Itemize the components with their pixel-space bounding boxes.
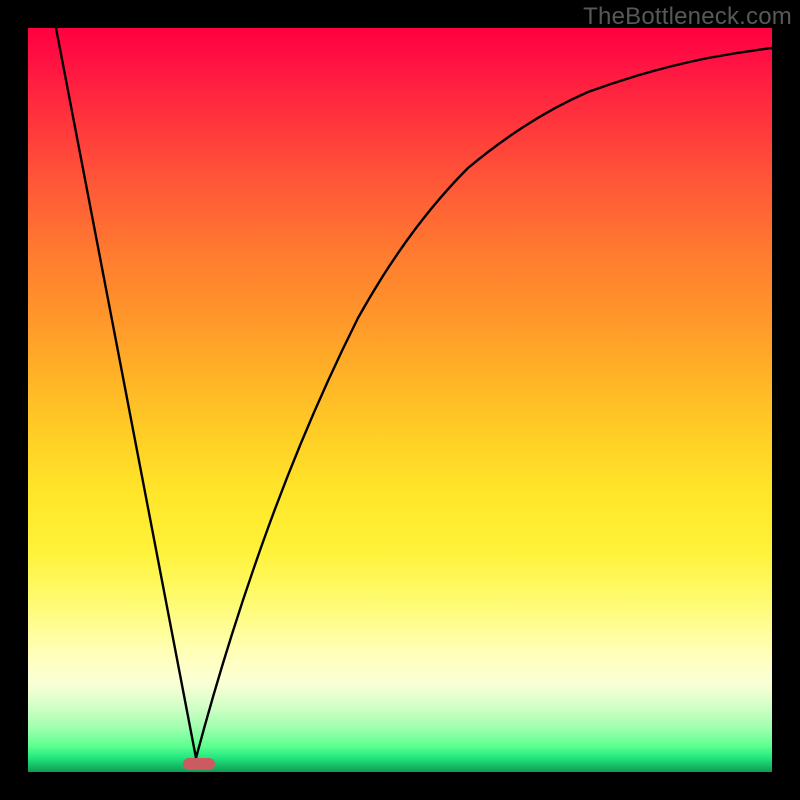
plot-area <box>28 28 772 772</box>
valley-marker <box>183 758 215 770</box>
curve-path <box>56 28 772 758</box>
attribution-label: TheBottleneck.com <box>583 3 792 31</box>
bottleneck-curve <box>28 28 772 772</box>
chart-stage: TheBottleneck.com <box>0 0 800 800</box>
